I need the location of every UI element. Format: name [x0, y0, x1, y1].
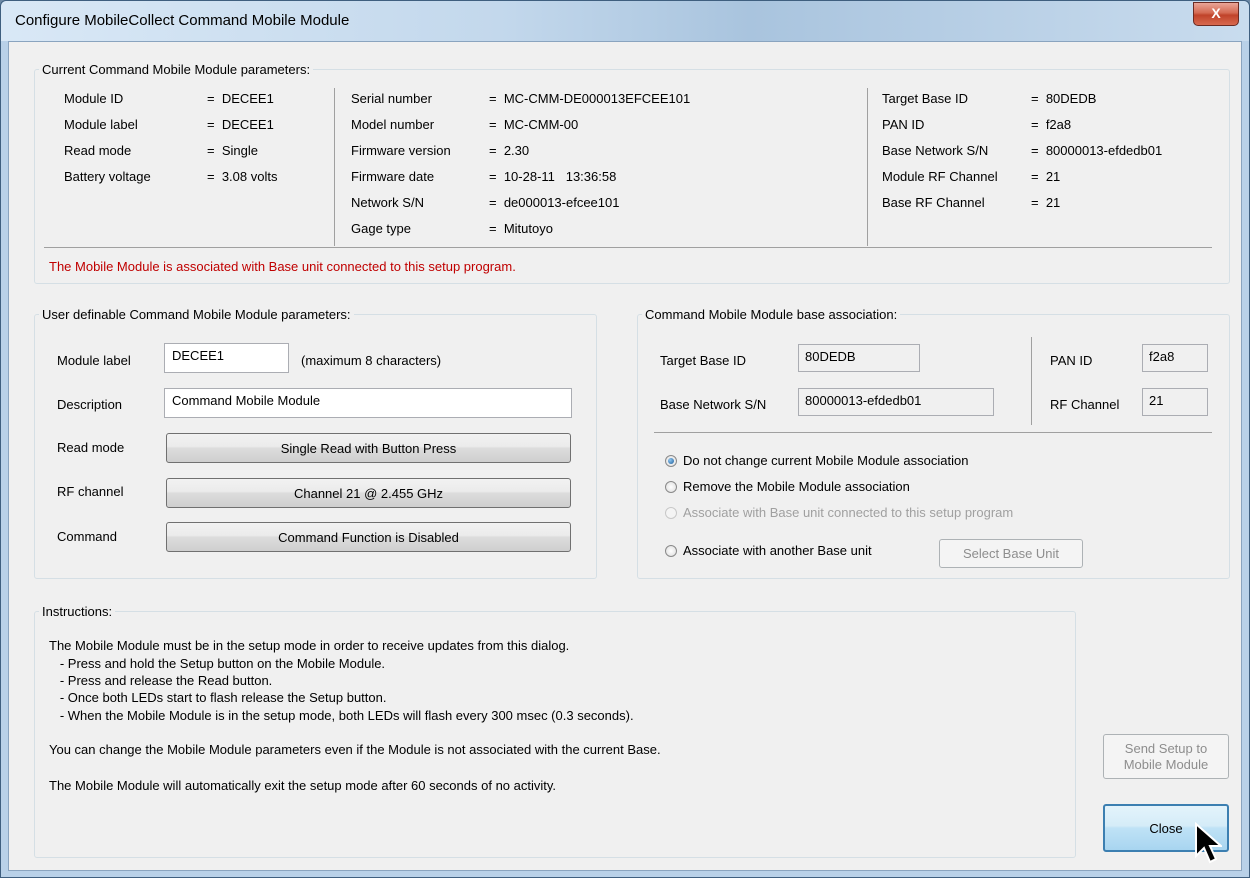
col2-param-label: Firmware version — [351, 143, 451, 158]
col3-param-value: = 80000013-efdedb01 — [1031, 143, 1163, 158]
base-network-sn-label: Base Network S/N — [660, 397, 767, 412]
col2-param-value: = MC-CMM-00 — [489, 117, 579, 132]
col2-param-label: Model number — [351, 117, 435, 132]
radio-associate-another-base-label: Associate with another Base unit — [683, 543, 872, 558]
col1-param-label: Read mode — [64, 143, 132, 158]
assoc-separator-vertical — [1031, 337, 1032, 425]
col3-param-value: = 21 — [1031, 169, 1061, 184]
select-base-unit-button: Select Base Unit — [939, 539, 1083, 568]
association-status-text: The Mobile Module is associated with Bas… — [49, 259, 516, 274]
radio-remove-association-indicator[interactable] — [665, 480, 677, 493]
radio-associate-connected-base-label: Associate with Base unit connected to th… — [683, 505, 1014, 520]
rf-channel-button[interactable]: Channel 21 @ 2.455 GHz — [166, 478, 571, 508]
instruction-line-6: You can change the Mobile Module paramet… — [49, 742, 661, 757]
dialog-client-area: Current Command Mobile Module parameters… — [8, 41, 1242, 871]
target-base-id-label: Target Base ID — [660, 353, 746, 368]
col2-param-label: Network S/N — [351, 195, 424, 210]
read-mode-label: Read mode — [57, 440, 125, 455]
col3-param-label: PAN ID — [882, 117, 925, 132]
col3-param-label: Target Base ID — [882, 91, 968, 106]
col1-param-label: Battery voltage — [64, 169, 151, 184]
pan-id-field: f2a8 — [1142, 344, 1208, 372]
radio-remove-association[interactable]: Remove the Mobile Module association — [665, 479, 910, 494]
col2-param-label: Serial number — [351, 91, 432, 106]
col1-param-value: = DECEE1 — [207, 117, 274, 132]
radio-associate-connected-base-indicator — [665, 506, 677, 519]
window-title: Configure MobileCollect Command Mobile M… — [15, 12, 350, 29]
rf-channel-assoc-label: RF Channel — [1050, 397, 1120, 412]
col2-param-value: = de000013-efcee101 — [489, 195, 620, 210]
col1-param-value: = DECEE1 — [207, 91, 274, 106]
col2-param-value: = Mitutoyo — [489, 221, 553, 236]
radio-associate-another-base[interactable]: Associate with another Base unit — [665, 543, 872, 558]
module-label-label: Module label — [57, 353, 131, 368]
radio-associate-another-base-indicator[interactable] — [665, 544, 677, 557]
instruction-line-1: The Mobile Module must be in the setup m… — [49, 638, 570, 653]
send-setup-button-line-2: Mobile Module — [1123, 756, 1209, 772]
col3-param-value: = f2a8 — [1031, 117, 1072, 132]
mouse-pointer-icon — [1195, 822, 1222, 864]
description-label: Description — [57, 397, 123, 412]
col3-param-label: Base RF Channel — [882, 195, 985, 210]
rf-channel-assoc-field: 21 — [1142, 388, 1208, 416]
radio-associate-connected-base: Associate with Base unit connected to th… — [665, 505, 1013, 520]
radio-keep-association-indicator[interactable] — [665, 454, 677, 467]
title-bar[interactable]: Configure MobileCollect Command Mobile M… — [1, 1, 1249, 41]
radio-keep-association-label: Do not change current Mobile Module asso… — [683, 453, 969, 468]
command-button[interactable]: Command Function is Disabled — [166, 522, 571, 552]
pan-id-label: PAN ID — [1050, 353, 1093, 368]
user-parameters-legend: User definable Command Mobile Module par… — [42, 307, 351, 322]
instruction-line-2: - Press and hold the Setup button on the… — [49, 656, 386, 671]
col2-param-label: Gage type — [351, 221, 411, 236]
instruction-line-7: The Mobile Module will automatically exi… — [49, 778, 557, 793]
col3-param-value: = 80DEDB — [1031, 91, 1097, 106]
base-network-sn-field: 80000013-efdedb01 — [798, 388, 994, 416]
col2-param-label: Firmware date — [351, 169, 435, 184]
col1-param-value: = Single — [207, 143, 258, 158]
close-icon: X — [1211, 5, 1221, 21]
col3-param-label: Base Network S/N — [882, 143, 989, 158]
radio-remove-association-label: Remove the Mobile Module association — [683, 479, 910, 494]
description-input[interactable]: Command Mobile Module — [164, 388, 572, 418]
send-setup-button: Send Setup to Mobile Module — [1103, 734, 1229, 779]
col1-param-value: = 3.08 volts — [207, 169, 278, 184]
command-label: Command — [57, 529, 117, 544]
col2-param-value: = MC-CMM-DE000013EFCEE101 — [489, 91, 691, 106]
current-status-separator — [44, 247, 1212, 248]
col1-param-label: Module ID — [64, 91, 124, 106]
instruction-line-5: - When the Mobile Module is in the setup… — [49, 708, 634, 723]
read-mode-button[interactable]: Single Read with Button Press — [166, 433, 571, 463]
assoc-separator-horizontal — [654, 432, 1212, 433]
target-base-id-field: 80DEDB — [798, 344, 920, 372]
instruction-line-4: - Once both LEDs start to flash release … — [49, 690, 387, 705]
current-col-separator-2 — [867, 88, 868, 246]
col2-param-value: = 10-28-11 13:36:58 — [489, 169, 617, 184]
close-window-button[interactable]: X — [1193, 2, 1239, 26]
module-label-input[interactable]: DECEE1 — [164, 343, 289, 373]
send-setup-button-line-1: Send Setup to — [1124, 740, 1208, 756]
col3-param-value: = 21 — [1031, 195, 1061, 210]
current-parameters-legend: Current Command Mobile Module parameters… — [42, 62, 311, 77]
instruction-line-3: - Press and release the Read button. — [49, 673, 273, 688]
module-label-hint: (maximum 8 characters) — [301, 353, 442, 368]
col3-param-label: Module RF Channel — [882, 169, 998, 184]
rf-channel-label: RF channel — [57, 484, 124, 499]
instructions-legend: Instructions: — [42, 604, 113, 619]
col2-param-value: = 2.30 — [489, 143, 530, 158]
dialog-window: Configure MobileCollect Command Mobile M… — [0, 0, 1250, 878]
col1-param-label: Module label — [64, 117, 138, 132]
base-association-legend: Command Mobile Module base association: — [645, 307, 898, 322]
current-col-separator-1 — [334, 88, 335, 246]
radio-keep-association[interactable]: Do not change current Mobile Module asso… — [665, 453, 968, 468]
